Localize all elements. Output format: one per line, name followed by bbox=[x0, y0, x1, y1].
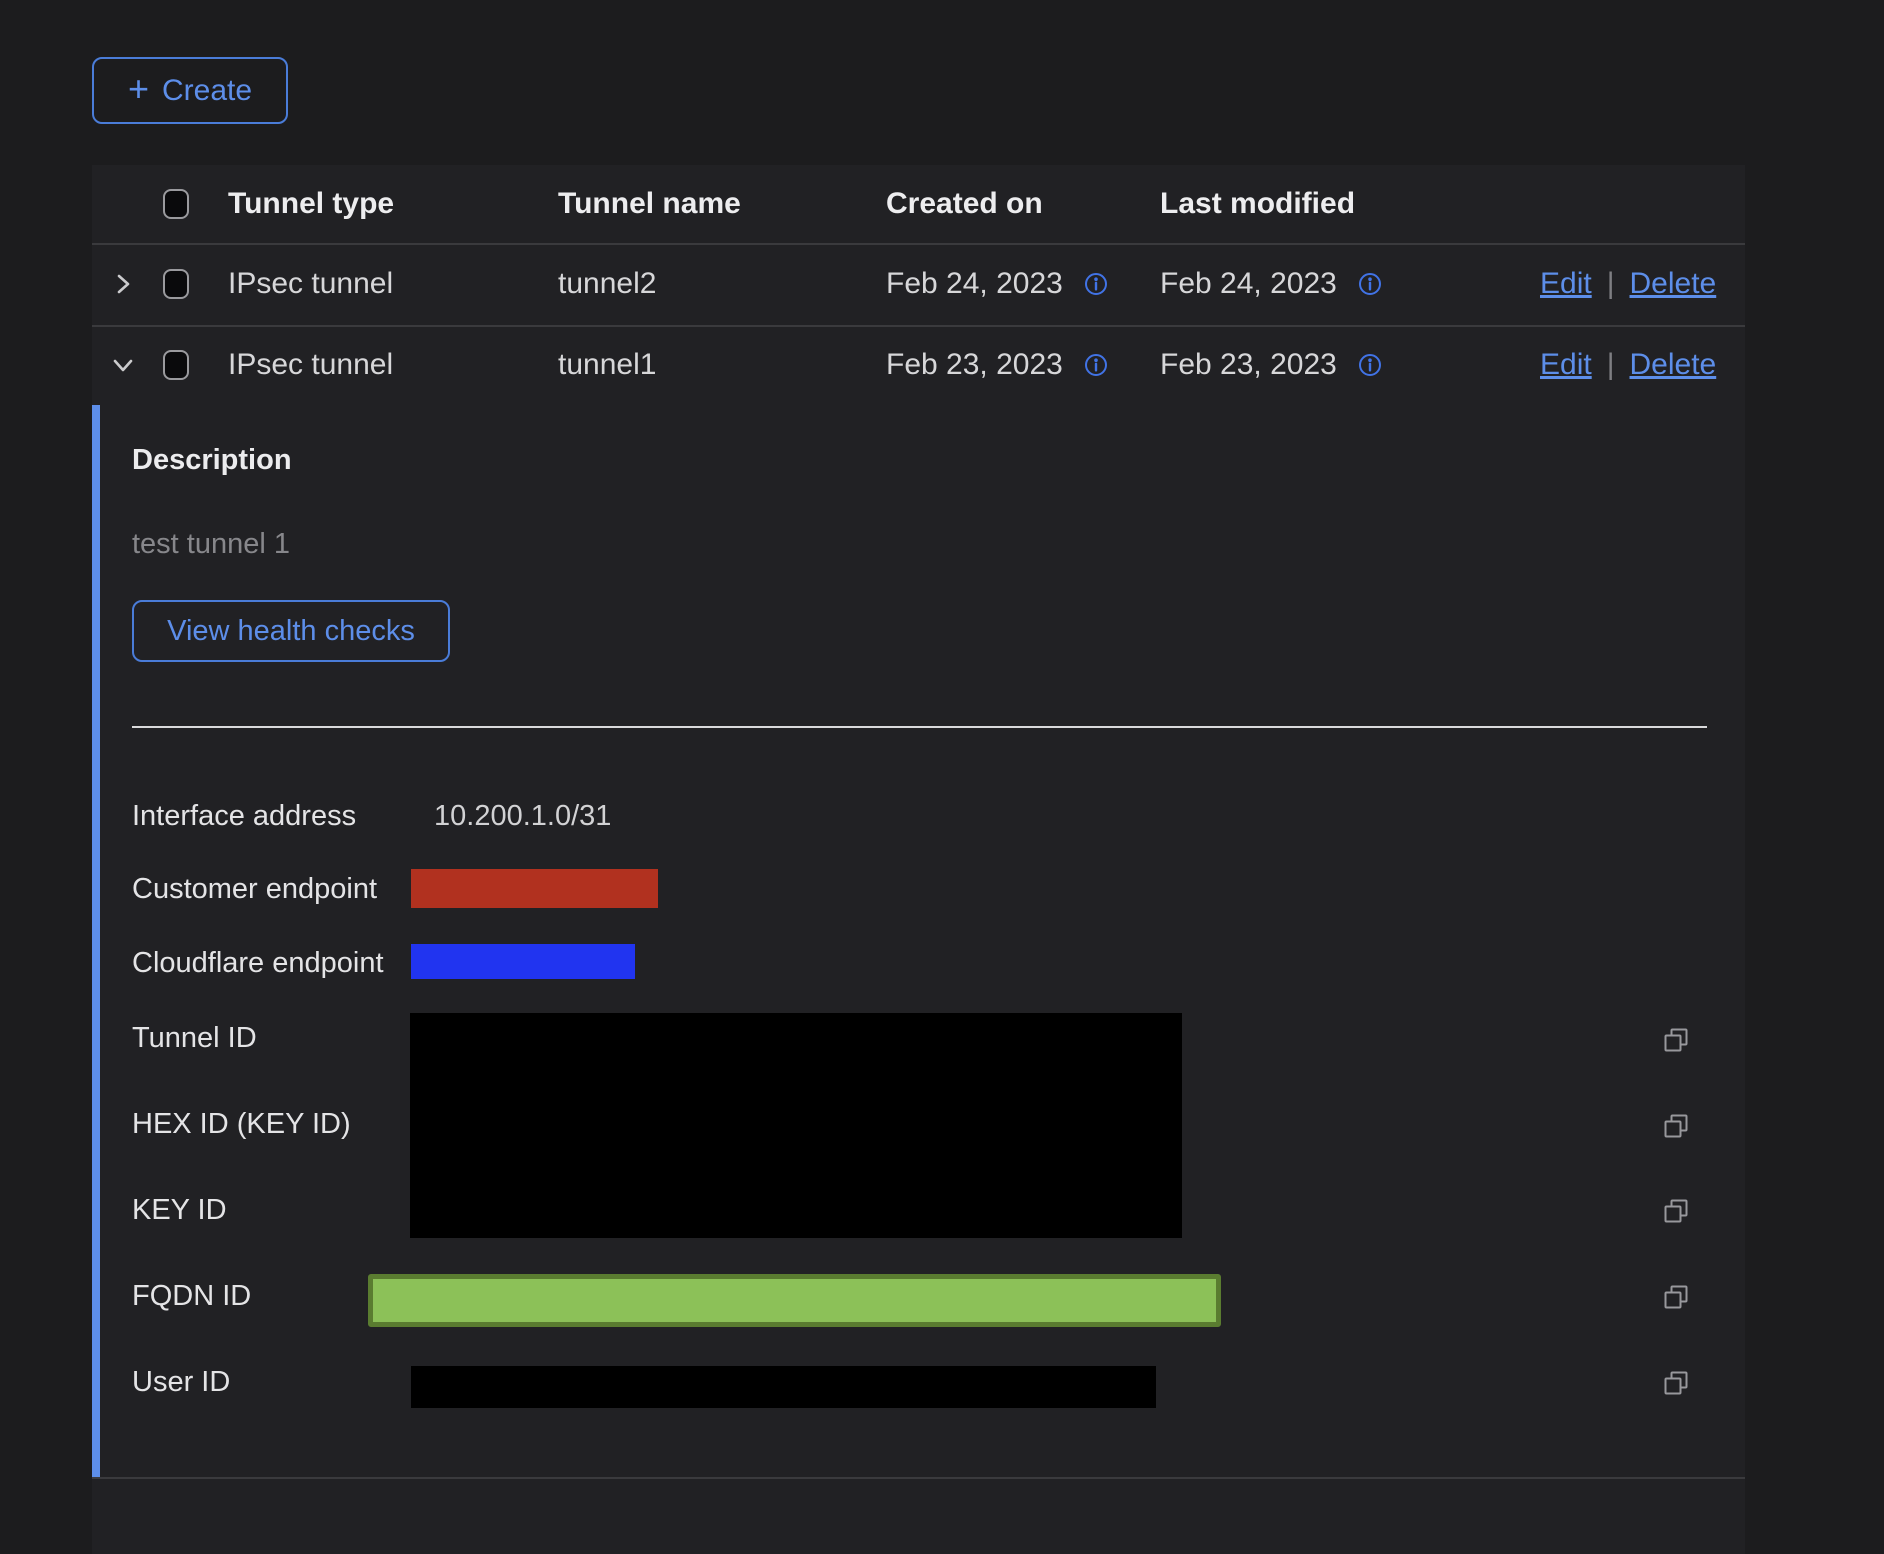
collapse-row-button[interactable] bbox=[108, 325, 138, 405]
column-header-tunnel-type: Tunnel type bbox=[228, 165, 394, 243]
tunnel-type-cell: IPsec tunnel bbox=[228, 243, 393, 325]
table-header-row: Tunnel type Tunnel name Created on Last … bbox=[92, 165, 1745, 243]
copy-icon bbox=[1662, 1369, 1690, 1397]
copy-hex-id-button[interactable] bbox=[1662, 1112, 1690, 1140]
plus-icon: + bbox=[128, 71, 149, 107]
row-checkbox[interactable] bbox=[163, 350, 189, 380]
column-header-created-on: Created on bbox=[886, 165, 1043, 243]
table-row: IPsec tunnel tunnel1 Feb 23, 2023 Feb 23… bbox=[92, 325, 1745, 405]
tunnels-panel: Tunnel type Tunnel name Created on Last … bbox=[92, 165, 1745, 1554]
section-divider bbox=[132, 726, 1707, 728]
row-checkbox[interactable] bbox=[163, 269, 189, 299]
cloudflare-endpoint-label: Cloudflare endpoint bbox=[132, 943, 384, 983]
fqdn-id-redacted-value bbox=[368, 1274, 1221, 1327]
copy-fqdn-id-button[interactable] bbox=[1662, 1283, 1690, 1311]
created-on-cell: Feb 24, 2023 bbox=[886, 267, 1063, 301]
ids-redacted-value-block bbox=[410, 1013, 1182, 1238]
actions-separator: | bbox=[1607, 267, 1615, 301]
interface-address-value: 10.200.1.0/31 bbox=[434, 796, 611, 836]
copy-tunnel-id-button[interactable] bbox=[1662, 1026, 1690, 1054]
copy-user-id-button[interactable] bbox=[1662, 1369, 1690, 1397]
description-value: test tunnel 1 bbox=[132, 524, 290, 564]
description-label: Description bbox=[132, 440, 292, 480]
view-health-checks-button[interactable]: View health checks bbox=[132, 600, 450, 662]
cloudflare-endpoint-redacted-value bbox=[411, 944, 635, 979]
actions-separator: | bbox=[1607, 348, 1615, 382]
create-button-label: Create bbox=[162, 74, 252, 108]
expanded-row-indicator-bar bbox=[92, 405, 100, 1477]
copy-icon bbox=[1662, 1112, 1690, 1140]
delete-link[interactable]: Delete bbox=[1630, 267, 1717, 301]
customer-endpoint-label: Customer endpoint bbox=[132, 869, 377, 909]
delete-link[interactable]: Delete bbox=[1630, 348, 1717, 382]
copy-key-id-button[interactable] bbox=[1662, 1197, 1690, 1225]
key-id-label: KEY ID bbox=[132, 1190, 227, 1230]
copy-icon bbox=[1662, 1197, 1690, 1225]
info-icon[interactable] bbox=[1083, 271, 1109, 297]
chevron-right-icon bbox=[108, 269, 138, 299]
fqdn-id-label: FQDN ID bbox=[132, 1276, 251, 1316]
edit-link[interactable]: Edit bbox=[1540, 348, 1592, 382]
expanded-bottom-divider bbox=[92, 1477, 1745, 1479]
edit-link[interactable]: Edit bbox=[1540, 267, 1592, 301]
copy-icon bbox=[1662, 1026, 1690, 1054]
chevron-down-icon bbox=[108, 350, 138, 380]
tunnel-id-label: Tunnel ID bbox=[132, 1018, 257, 1058]
create-button[interactable]: + Create bbox=[92, 57, 288, 124]
column-header-last-modified: Last modified bbox=[1160, 165, 1355, 243]
user-id-redacted-value bbox=[411, 1366, 1156, 1408]
select-all-checkbox[interactable] bbox=[163, 189, 189, 219]
tunnel-name-cell: tunnel2 bbox=[558, 243, 656, 325]
info-icon[interactable] bbox=[1083, 352, 1109, 378]
customer-endpoint-redacted-value bbox=[411, 869, 658, 908]
column-header-tunnel-name: Tunnel name bbox=[558, 165, 741, 243]
user-id-label: User ID bbox=[132, 1362, 230, 1402]
hex-id-label: HEX ID (KEY ID) bbox=[132, 1104, 351, 1144]
expand-row-button[interactable] bbox=[108, 243, 138, 325]
view-health-checks-label: View health checks bbox=[167, 615, 415, 648]
table-row: IPsec tunnel tunnel2 Feb 24, 2023 Feb 24… bbox=[92, 243, 1745, 325]
tunnel-name-cell: tunnel1 bbox=[558, 325, 656, 405]
info-icon[interactable] bbox=[1357, 352, 1383, 378]
interface-address-label: Interface address bbox=[132, 796, 356, 836]
last-modified-cell: Feb 24, 2023 bbox=[1160, 267, 1337, 301]
created-on-cell: Feb 23, 2023 bbox=[886, 348, 1063, 382]
last-modified-cell: Feb 23, 2023 bbox=[1160, 348, 1337, 382]
tunnel-type-cell: IPsec tunnel bbox=[228, 325, 393, 405]
copy-icon bbox=[1662, 1283, 1690, 1311]
info-icon[interactable] bbox=[1357, 271, 1383, 297]
